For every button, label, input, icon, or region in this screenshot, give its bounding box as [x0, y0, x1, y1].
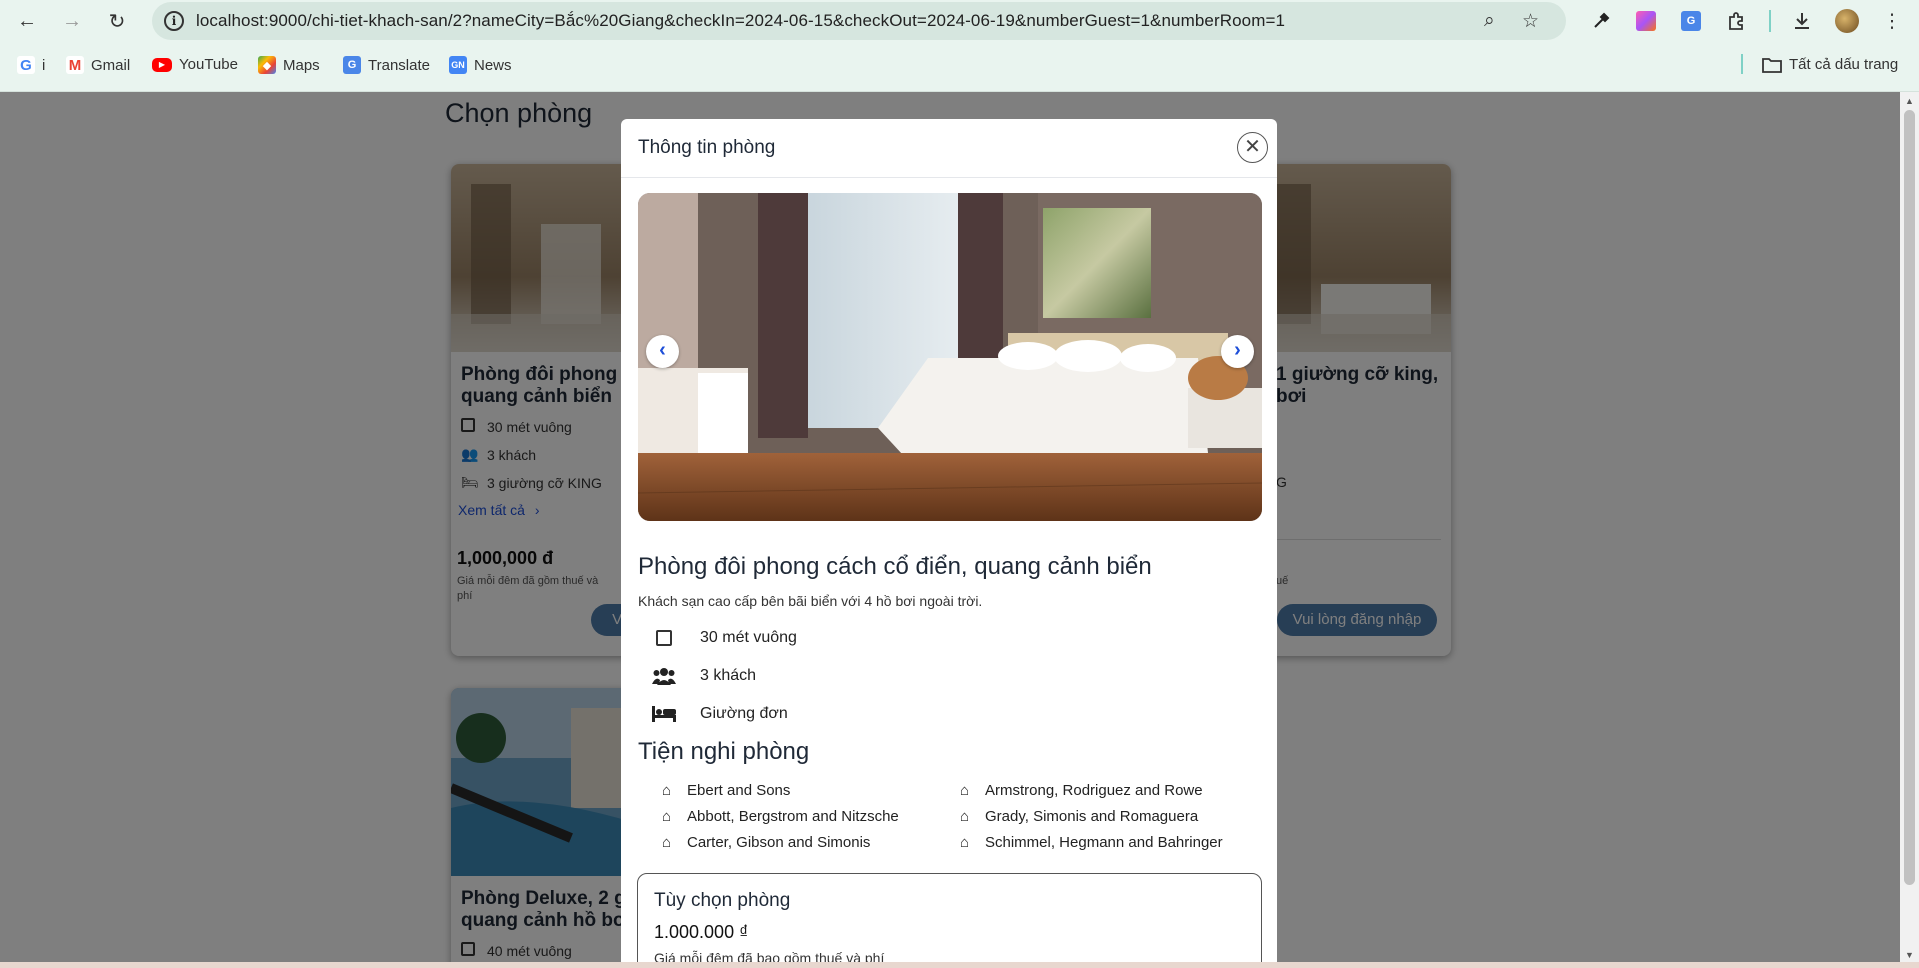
scroll-down-icon[interactable]: ▼ — [1905, 950, 1914, 960]
feature-text: 30 mét vuông — [700, 629, 797, 646]
back-icon[interactable]: ← — [12, 6, 42, 36]
toolbar-separator — [1769, 10, 1771, 32]
bookmark-google[interactable]: G i — [17, 56, 45, 74]
download-icon[interactable] — [1787, 6, 1817, 36]
room-title: Phòng đôi phong cách cổ điển, quang cảnh… — [638, 553, 1152, 580]
bookmark-label: News — [474, 56, 512, 74]
bookmark-youtube[interactable]: ▶ YouTube — [152, 56, 238, 73]
folder-icon — [1762, 57, 1782, 73]
bookmark-label: Maps — [283, 56, 320, 74]
page-scrollbar[interactable]: ▲ ▼ — [1900, 92, 1919, 968]
close-icon[interactable]: ✕ — [1237, 132, 1268, 163]
scroll-up-icon[interactable]: ▲ — [1905, 96, 1914, 106]
youtube-icon: ▶ — [152, 57, 172, 72]
amenity-label: Ebert and Sons — [687, 782, 791, 799]
bookmark-news[interactable]: GN News — [449, 56, 512, 74]
extensions-puzzle-icon[interactable] — [1721, 6, 1751, 36]
scroll-thumb[interactable] — [1904, 110, 1915, 885]
site-info-icon[interactable]: i — [164, 11, 184, 31]
reload-icon[interactable]: ↻ — [102, 6, 132, 36]
room-info-modal: Thông tin phòng ✕ ‹ › Phòng đôi phong cá… — [621, 119, 1277, 968]
bottom-strip — [0, 962, 1919, 968]
translate-icon: G — [343, 56, 361, 74]
bookmark-label: Translate — [368, 56, 430, 74]
bookmark-label: Gmail — [91, 56, 131, 74]
google-translate-extension-icon[interactable]: G — [1676, 6, 1706, 36]
amenity-label: Armstrong, Rodriguez and Rowe — [985, 782, 1203, 799]
amenity-icon: ⌂ — [960, 808, 970, 825]
bed-icon — [652, 706, 676, 722]
amenity-item: ⌂ Abbott, Bergstrom and Nitzsche — [662, 808, 899, 825]
google-icon: G — [17, 56, 35, 74]
options-price: 1.000.000 ₫ — [654, 922, 749, 942]
eyedropper-extension-icon[interactable] — [1586, 6, 1616, 36]
amenity-icon: ⌂ — [662, 782, 672, 799]
bookmarks-separator — [1741, 54, 1743, 74]
carousel-prev-button[interactable]: ‹ — [646, 335, 679, 368]
bookmark-star-icon[interactable]: ☆ — [1522, 10, 1539, 33]
url-text[interactable]: localhost:9000/chi-tiet-khach-san/2?name… — [196, 11, 1285, 31]
bookmark-gmail[interactable]: M Gmail — [66, 56, 130, 74]
amenities-title: Tiện nghi phòng — [638, 738, 810, 765]
modal-title: Thông tin phòng — [638, 137, 776, 158]
room-photo-carousel[interactable]: ‹ › — [638, 193, 1262, 521]
maps-icon: ◆ — [258, 56, 276, 74]
amenity-label: Grady, Simonis and Romaguera — [985, 808, 1199, 825]
color-extension-icon[interactable] — [1631, 6, 1661, 36]
forward-icon[interactable]: → — [57, 6, 87, 36]
modal-header: Thông tin phòng ✕ — [621, 119, 1277, 178]
amenity-icon: ⌂ — [960, 834, 970, 851]
room-photo — [638, 193, 1262, 521]
menu-kebab-icon[interactable]: ⋮ — [1877, 6, 1907, 36]
bookmark-maps[interactable]: ◆ Maps — [258, 56, 320, 74]
room-feature-area: 30 mét vuông — [652, 629, 797, 647]
amenity-label: Schimmel, Hegmann and Bahringer — [985, 834, 1223, 851]
amenity-item: ⌂ Ebert and Sons — [662, 782, 790, 799]
amenity-icon: ⌂ — [662, 808, 672, 825]
room-description: Khách sạn cao cấp bên bãi biển với 4 hồ … — [638, 593, 983, 609]
carousel-next-button[interactable]: › — [1221, 335, 1254, 368]
amenity-icon: ⌂ — [960, 782, 970, 799]
amenity-label: Abbott, Bergstrom and Nitzsche — [687, 808, 899, 825]
bookmark-label: i — [42, 56, 46, 74]
users-icon — [652, 667, 676, 685]
bookmark-translate[interactable]: G Translate — [343, 56, 430, 74]
zoom-icon[interactable]: ⌕ — [1484, 10, 1495, 32]
all-bookmarks[interactable]: Tất cả dấu trang — [1762, 56, 1898, 73]
room-feature-bed: Giường đơn — [652, 705, 788, 723]
bookmarks-bar: G i M Gmail ▶ YouTube ◆ Maps G Translate… — [0, 52, 1919, 80]
amenity-item: ⌂ Grady, Simonis and Romaguera — [960, 808, 1198, 825]
news-icon: GN — [449, 56, 467, 74]
amenity-label: Carter, Gibson and Simonis — [687, 834, 871, 851]
room-options-box[interactable]: Tùy chọn phòng 1.000.000 ₫ Giá mỗi đêm đ… — [637, 873, 1262, 968]
bookmark-label: YouTube — [179, 56, 238, 73]
amenity-item: ⌂ Schimmel, Hegmann and Bahringer — [960, 834, 1223, 851]
amenity-icon: ⌂ — [662, 834, 672, 851]
room-feature-guests: 3 khách — [652, 667, 756, 685]
amenity-item: ⌂ Carter, Gibson and Simonis — [662, 834, 870, 851]
amenity-item: ⌂ Armstrong, Rodriguez and Rowe — [960, 782, 1203, 799]
address-bar[interactable]: i localhost:9000/chi-tiet-khach-san/2?na… — [152, 2, 1566, 40]
options-title: Tùy chọn phòng — [654, 890, 791, 911]
feature-text: 3 khách — [700, 667, 757, 684]
browser-toolbar: ← → ↻ i localhost:9000/chi-tiet-khach-sa… — [0, 0, 1919, 92]
all-bookmarks-label: Tất cả dấu trang — [1789, 56, 1899, 73]
square-icon — [652, 630, 676, 646]
gmail-icon: M — [66, 56, 84, 74]
feature-text: Giường đơn — [700, 705, 788, 722]
profile-avatar[interactable] — [1832, 6, 1862, 36]
